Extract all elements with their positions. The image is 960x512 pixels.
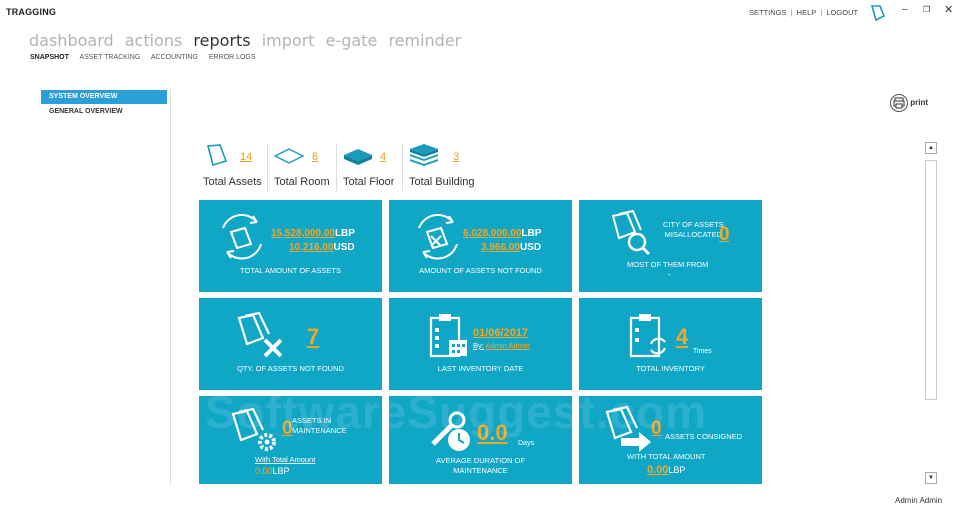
not-found-usd-value[interactable]: 3,966.00	[481, 242, 520, 253]
tile-total-inventory[interactable]: 4 Times TOTAL INVENTORY	[579, 298, 762, 390]
by-name[interactable]: Admin Admin	[486, 341, 530, 350]
misallocated-assets-icon	[611, 210, 651, 256]
stat-label: Total Floor	[343, 176, 395, 188]
tile-caption-1: AVERAGE DURATION OF	[436, 456, 525, 465]
tile-qty-not-found[interactable]: 7 QTY. OF ASSETS NOT FOUND	[199, 298, 382, 390]
assets-not-found-icon	[237, 312, 283, 358]
times-unit: Times	[693, 348, 712, 355]
nav-reports[interactable]: reports	[193, 31, 250, 50]
subnav-error-logs[interactable]: ERROR LOGS	[209, 54, 256, 61]
usd-unit: USD	[333, 242, 355, 253]
app-logo-icon	[869, 4, 887, 27]
stat-label: Total Building	[409, 176, 475, 188]
room-icon	[274, 148, 304, 164]
nav-reminder[interactable]: reminder	[388, 31, 461, 50]
lbp-unit: LBP	[334, 228, 355, 239]
sidebar-divider	[170, 89, 171, 485]
scroll-down-icon[interactable]: ▼	[925, 472, 937, 484]
tile-caption: MOST OF THEM FROM	[627, 260, 709, 269]
printer-icon	[890, 94, 908, 112]
total-inventory-value[interactable]: 4	[676, 324, 688, 350]
sub-nav: SNAPSHOT ASSET TRACKING ACCOUNTING ERROR…	[30, 54, 265, 61]
maintenance-total-label[interactable]: With Total Amount	[255, 455, 315, 464]
tile-misallocated[interactable]: CITY OF ASSETS MISALLOCATED 0 MOST OF TH…	[579, 200, 762, 292]
tile-caption: QTY. OF ASSETS NOT FOUND	[237, 364, 344, 373]
amount-unit: LBP	[668, 465, 686, 475]
close-icon[interactable]: ✕	[944, 3, 953, 16]
total-usd-value[interactable]: 10,216.00	[289, 242, 334, 253]
scrollbar-track[interactable]	[925, 160, 937, 400]
stat-total-assets[interactable]: 14 Total Assets	[203, 143, 265, 191]
stat-total-building[interactable]: 3 Total Building	[409, 143, 479, 191]
tile-caption: TOTAL INVENTORY	[636, 364, 705, 373]
stat-value[interactable]: 4	[380, 151, 386, 163]
misallocated-line2: MISALLOCATED	[664, 230, 723, 239]
scrollbar[interactable]: ▲ ▼	[925, 142, 937, 486]
help-link[interactable]: HELP	[797, 8, 817, 17]
not-found-lbp-value[interactable]: 6,028,000.00	[463, 228, 521, 239]
total-lbp-value[interactable]: 15,528,000.00	[271, 228, 335, 239]
tile-caption-2: MAINTENANCE	[453, 466, 508, 475]
stat-label: Total Assets	[203, 176, 262, 188]
tile-not-found-amount[interactable]: 6,028,000.00LBP 3,966.00USD AMOUNT OF AS…	[389, 200, 572, 292]
app-title: TRAGGING	[6, 7, 57, 17]
floor-icon	[344, 149, 372, 165]
print-label: print	[910, 98, 929, 108]
separator: |	[790, 8, 793, 17]
building-icon	[410, 144, 438, 166]
subnav-accounting[interactable]: ACCOUNTING	[151, 54, 198, 61]
stat-label: Total Room	[274, 176, 330, 188]
settings-link[interactable]: SETTINGS	[749, 8, 787, 17]
user-name: Admin Admin	[895, 496, 943, 505]
assets-icon	[206, 144, 228, 167]
lbp-unit: LBP	[521, 228, 542, 239]
misallocated-value[interactable]: 0	[719, 224, 730, 246]
nav-actions[interactable]: actions	[125, 31, 183, 50]
by-label: By:	[473, 341, 484, 350]
sidebar-item-general-overview[interactable]: GENERAL OVERVIEW	[41, 105, 167, 119]
usd-unit: USD	[519, 242, 542, 253]
nav-e-gate[interactable]: e-gate	[326, 31, 378, 50]
misallocated-from: -	[668, 270, 671, 279]
subnav-asset-tracking[interactable]: ASSET TRACKING	[79, 54, 140, 61]
last-inventory-date[interactable]: 01/06/2017	[473, 327, 528, 339]
nav-import[interactable]: import	[262, 31, 315, 50]
stat-divider	[336, 143, 337, 191]
subnav-snapshot[interactable]: SNAPSHOT	[30, 54, 69, 61]
stat-value[interactable]: 3	[453, 151, 459, 163]
stat-value[interactable]: 14	[240, 151, 252, 163]
maintenance-amount: 0.00	[255, 466, 273, 476]
tile-last-inventory[interactable]: 01/06/2017 By: Admin Admin LAST INVENTOR…	[389, 298, 572, 390]
stat-total-floor[interactable]: 4 Total Floor	[343, 143, 399, 191]
days-unit: Days	[518, 440, 534, 447]
scroll-up-icon[interactable]: ▲	[925, 142, 937, 154]
qty-not-found-value[interactable]: 7	[307, 324, 319, 350]
watermark: SoftwareSuggest.com	[205, 386, 708, 438]
nav-dashboard[interactable]: dashboard	[29, 31, 114, 50]
minimize-icon[interactable]: –	[902, 4, 908, 15]
restore-icon[interactable]: ❐	[923, 5, 930, 14]
consigned-total-label: WITH TOTAL AMOUNT	[627, 452, 706, 461]
tile-caption: LAST INVENTORY DATE	[437, 364, 524, 373]
top-links: SETTINGS | HELP | LOGOUT	[748, 8, 859, 17]
logout-link[interactable]: LOGOUT	[826, 8, 858, 17]
inventory-clipboard-icon	[629, 314, 667, 358]
stat-divider	[402, 143, 403, 191]
stat-total-room[interactable]: 6 Total Room	[274, 143, 334, 191]
calendar-clipboard-icon	[429, 314, 467, 358]
assets-money-icon	[222, 214, 262, 260]
tile-total-amount[interactable]: 15,528,000.00LBP 10,216.00USD TOTAL AMOU…	[199, 200, 382, 292]
consigned-amount[interactable]: 0.00	[647, 464, 668, 476]
sidebar-item-system-overview[interactable]: SYSTEM OVERVIEW	[41, 90, 167, 104]
stat-divider	[267, 143, 268, 191]
separator: |	[820, 8, 823, 17]
stat-value[interactable]: 6	[312, 151, 318, 163]
amount-unit: LBP	[272, 466, 290, 476]
tile-caption: TOTAL AMOUNT OF ASSETS	[240, 266, 341, 275]
assets-not-found-money-icon	[418, 214, 458, 260]
misallocated-line1: CITY OF ASSETS	[663, 220, 724, 229]
main-nav: dashboard actions reports import e-gate …	[29, 31, 467, 50]
tile-caption: AMOUNT OF ASSETS NOT FOUND	[419, 266, 542, 275]
print-button[interactable]: print	[890, 94, 928, 112]
